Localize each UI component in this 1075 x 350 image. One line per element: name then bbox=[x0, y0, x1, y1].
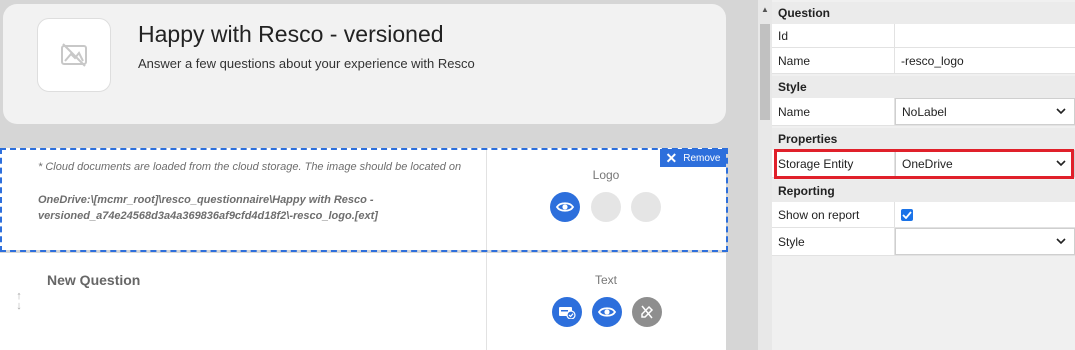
option-toggle-1[interactable] bbox=[591, 192, 621, 222]
chevron-down-icon bbox=[1056, 159, 1066, 166]
questionnaire-title: Happy with Resco - versioned bbox=[138, 21, 444, 47]
prop-label-id: Id bbox=[778, 28, 789, 43]
storage-entity-value: OneDrive bbox=[902, 156, 953, 171]
image-missing-icon bbox=[61, 43, 87, 67]
cloud-storage-path: OneDrive:\[mcmr_root]\resco_questionnair… bbox=[38, 194, 378, 222]
pencil-off-icon bbox=[641, 305, 654, 319]
field-type-label: Text bbox=[594, 273, 617, 287]
required-toggle[interactable] bbox=[552, 297, 582, 327]
eye-icon bbox=[598, 307, 616, 317]
storage-entity-select[interactable]: OneDrive bbox=[895, 150, 1075, 177]
prop-label-style-name: Name bbox=[778, 104, 811, 119]
arrow-down-icon: ↓ bbox=[16, 300, 22, 312]
questionnaire-logo-placeholder[interactable] bbox=[37, 18, 111, 92]
prop-row-id: Id bbox=[772, 24, 1075, 48]
prop-label-report-style: Style bbox=[778, 234, 805, 249]
card-check-icon bbox=[559, 307, 576, 319]
prop-label-storage-entity: Storage Entity bbox=[778, 156, 854, 171]
id-field[interactable] bbox=[895, 24, 1075, 47]
checkmark-icon bbox=[902, 210, 912, 219]
show-on-report-checkbox[interactable] bbox=[901, 208, 913, 221]
logo-question-row[interactable]: * Cloud documents are loaded from the cl… bbox=[0, 148, 726, 250]
property-grid: Question Id Name -resco_logo Style Name … bbox=[772, 0, 1075, 350]
section-question: Question bbox=[772, 2, 1075, 24]
text-question-row[interactable]: ↑ ↓ New Question Text bbox=[0, 253, 726, 350]
cloud-storage-note: * Cloud documents are loaded from the cl… bbox=[38, 161, 462, 173]
remove-button[interactable]: ✕ Remove bbox=[660, 149, 726, 167]
close-icon: ✕ bbox=[665, 150, 678, 166]
show-on-report-cell bbox=[895, 202, 1075, 227]
chevron-down-icon bbox=[1056, 237, 1066, 244]
field-type-label: Logo bbox=[592, 168, 620, 182]
style-name-value: NoLabel bbox=[902, 104, 947, 119]
name-field[interactable]: -resco_logo bbox=[895, 48, 1075, 73]
prop-row-style-name: Name NoLabel bbox=[772, 98, 1075, 126]
eye-icon bbox=[556, 202, 574, 212]
remove-button-label: Remove bbox=[683, 152, 721, 164]
row-divider bbox=[486, 253, 487, 350]
option-toggle-2[interactable] bbox=[631, 192, 661, 222]
row-divider bbox=[486, 148, 487, 250]
prop-label-show-on-report: Show on report bbox=[778, 207, 860, 222]
visibility-toggle[interactable] bbox=[592, 297, 622, 327]
designer-canvas: Happy with Resco - versioned Answer a fe… bbox=[0, 0, 758, 350]
edit-disabled-toggle[interactable] bbox=[632, 297, 662, 327]
prop-row-storage-entity: Storage Entity OneDrive bbox=[772, 150, 1075, 178]
section-properties: Properties bbox=[772, 128, 1075, 150]
questionnaire-header: Happy with Resco - versioned Answer a fe… bbox=[3, 4, 726, 124]
prop-row-report-style: Style bbox=[772, 228, 1075, 256]
chevron-down-icon bbox=[1056, 107, 1066, 114]
drag-handle[interactable]: ↑ ↓ bbox=[14, 291, 24, 312]
section-style: Style bbox=[772, 76, 1075, 98]
prop-label-name: Name bbox=[778, 53, 811, 68]
scrollbar-thumb[interactable] bbox=[760, 24, 770, 120]
prop-row-name: Name -resco_logo bbox=[772, 48, 1075, 74]
section-reporting: Reporting bbox=[772, 180, 1075, 202]
prop-row-show-on-report: Show on report bbox=[772, 202, 1075, 228]
question-label: New Question bbox=[47, 272, 141, 288]
scroll-up-icon[interactable]: ▲ bbox=[758, 0, 772, 20]
visibility-toggle[interactable] bbox=[550, 192, 580, 222]
style-name-select[interactable]: NoLabel bbox=[895, 98, 1075, 125]
questionnaire-description: Answer a few questions about your experi… bbox=[138, 56, 475, 71]
report-style-select[interactable] bbox=[895, 228, 1075, 255]
